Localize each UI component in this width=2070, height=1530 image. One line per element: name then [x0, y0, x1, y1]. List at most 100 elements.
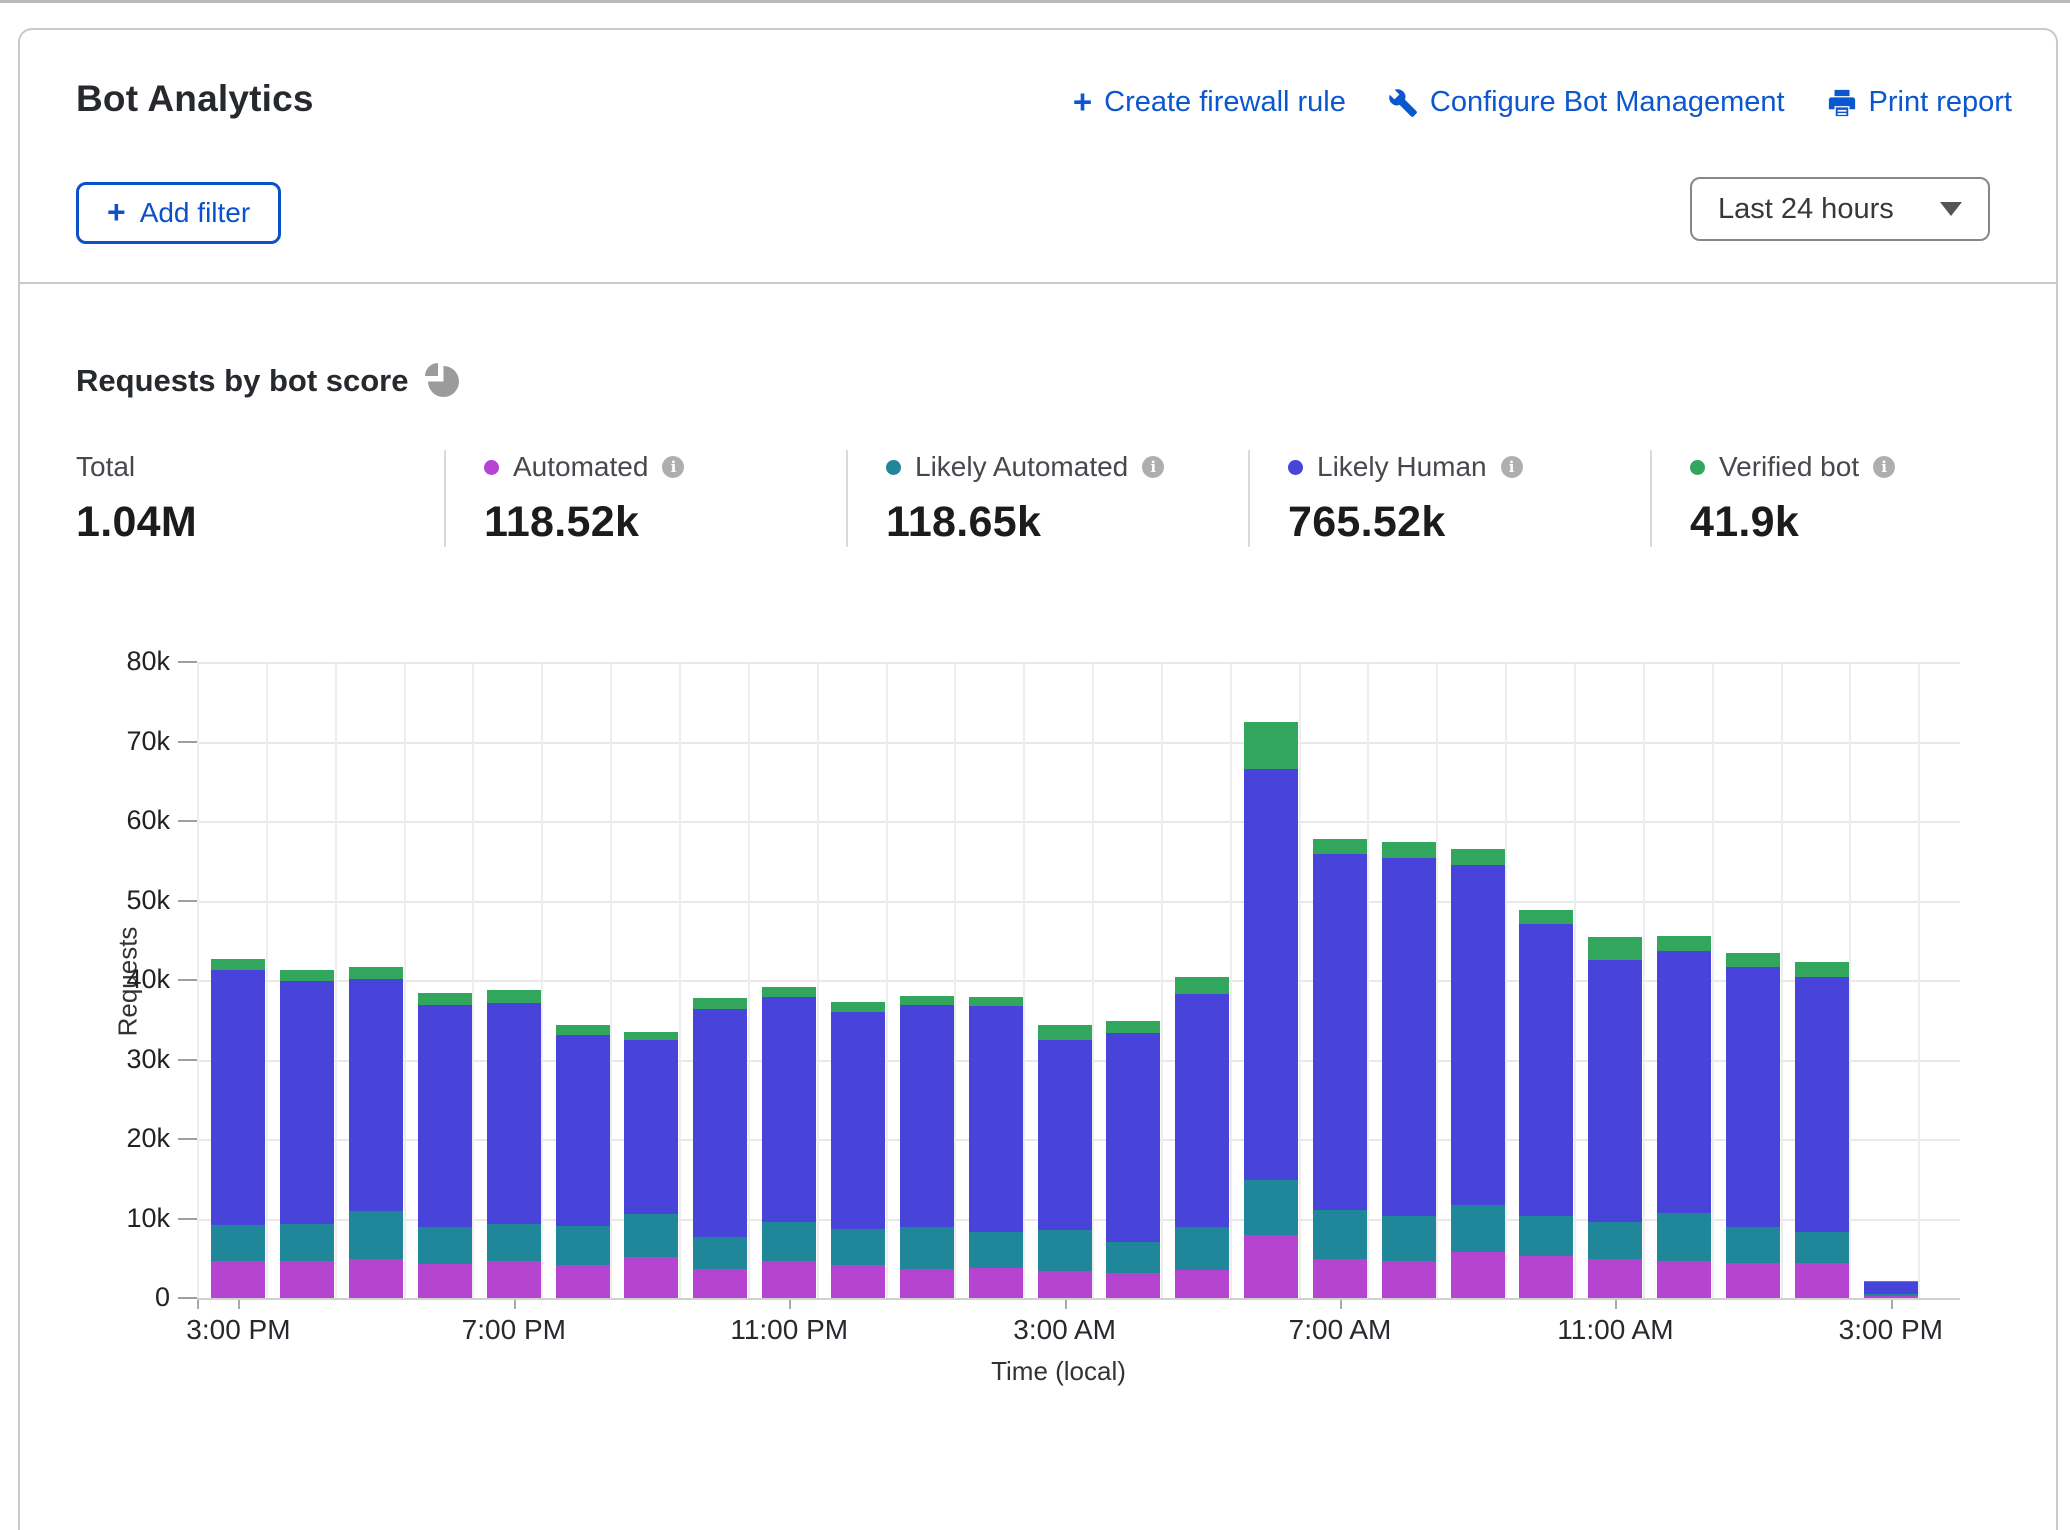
bar-slot [411, 662, 480, 1298]
segment-automated [1519, 1256, 1573, 1298]
chart-bar-8-00-PM[interactable] [556, 1025, 610, 1298]
y-tick-label: 40k [60, 964, 170, 995]
stat-automated: Automated i 118.52k [444, 450, 846, 547]
chart-bar-4-00-PM[interactable] [280, 970, 334, 1298]
stat-label: Total [76, 451, 135, 483]
bar-slot [548, 662, 617, 1298]
segment-verified-bot [762, 987, 816, 997]
chart-bar-10-00-PM[interactable] [693, 998, 747, 1298]
y-tick-mark [178, 979, 197, 981]
segment-likely-automated [831, 1229, 885, 1266]
segment-likely-automated [349, 1211, 403, 1259]
chart-bar-8-00-AM[interactable] [1382, 842, 1436, 1298]
segment-likely-automated [1038, 1230, 1092, 1271]
time-range-select[interactable]: Last 24 hours [1690, 177, 1990, 241]
bar-slot [1856, 662, 1925, 1298]
chart-bar-6-00-AM[interactable] [1244, 722, 1298, 1298]
segment-likely-automated [556, 1226, 610, 1265]
segment-likely-human [349, 979, 403, 1210]
segment-verified-bot [624, 1032, 678, 1040]
x-tick-label: 7:00 PM [462, 1314, 566, 1346]
create-firewall-rule-link[interactable]: + Create firewall rule [1073, 86, 1346, 119]
bar-slot [892, 662, 961, 1298]
y-tick-label: 80k [60, 646, 170, 677]
stat-likely-human: Likely Human i 765.52k [1248, 450, 1650, 547]
chart-bar-5-00-PM[interactable] [349, 967, 403, 1299]
segment-likely-human [1519, 924, 1573, 1216]
bar-slot [1237, 662, 1306, 1298]
bar-slot [1168, 662, 1237, 1298]
x-tick-label: 3:00 PM [186, 1314, 290, 1346]
bar-slot [686, 662, 755, 1298]
print-report-label: Print report [1869, 86, 2012, 119]
create-firewall-rule-label: Create firewall rule [1104, 86, 1346, 119]
segment-automated [1313, 1259, 1367, 1298]
configure-bot-management-link[interactable]: Configure Bot Management [1388, 86, 1785, 119]
chart-bar-4-00-AM[interactable] [1106, 1021, 1160, 1298]
y-tick-mark [178, 741, 197, 743]
segment-verified-bot [556, 1025, 610, 1035]
bar-slot [824, 662, 893, 1298]
info-icon[interactable]: i [1501, 456, 1523, 478]
bot-analytics-card: Bot Analytics + Create firewall rule Con… [18, 28, 2058, 1530]
chart-bar-6-00-PM[interactable] [418, 993, 472, 1298]
info-icon[interactable]: i [1873, 456, 1895, 478]
bar-slot [342, 662, 411, 1298]
segment-likely-human [1864, 1282, 1918, 1294]
chart-bar-3-00-PM[interactable] [1864, 1281, 1918, 1298]
stat-label: Automated [513, 451, 648, 483]
stat-likely-automated: Likely Automated i 118.65k [846, 450, 1248, 547]
info-icon[interactable]: i [1142, 456, 1164, 478]
add-filter-button[interactable]: + Add filter [76, 182, 281, 244]
print-report-link[interactable]: Print report [1827, 86, 2012, 119]
segment-automated [1726, 1263, 1780, 1298]
y-tick-mark [178, 661, 197, 663]
segment-verified-bot [969, 997, 1023, 1007]
chart-bar-12-00-AM[interactable] [831, 1002, 885, 1298]
segment-verified-bot [1106, 1021, 1160, 1033]
chart-bar-5-00-AM[interactable] [1175, 977, 1229, 1298]
segment-likely-human [1588, 960, 1642, 1222]
segment-likely-human [1726, 967, 1780, 1228]
y-tick-label: 60k [60, 805, 170, 836]
segment-likely-human [1451, 865, 1505, 1205]
stat-value: 765.52k [1288, 498, 1650, 547]
chart-bar-9-00-AM[interactable] [1451, 849, 1505, 1298]
header-divider [20, 282, 2056, 284]
segment-verified-bot [1451, 849, 1505, 865]
segment-likely-human [1313, 854, 1367, 1210]
segment-likely-automated [624, 1214, 678, 1257]
segment-automated [624, 1257, 678, 1298]
bar-slot [1443, 662, 1512, 1298]
info-icon[interactable]: i [662, 456, 684, 478]
chart-bar-10-00-AM[interactable] [1519, 910, 1573, 1298]
chart-bar-1-00-PM[interactable] [1726, 953, 1780, 1298]
chart-bar-7-00-PM[interactable] [487, 990, 541, 1298]
add-filter-label: Add filter [140, 197, 251, 229]
segment-automated [1175, 1270, 1229, 1298]
chart-bar-2-00-AM[interactable] [969, 997, 1023, 1298]
y-tick-label: 20k [60, 1123, 170, 1154]
bar-slot [1099, 662, 1168, 1298]
chart-bar-11-00-PM[interactable] [762, 987, 816, 1298]
x-tick-mark [514, 1300, 516, 1309]
chart-bar-3-00-PM[interactable] [211, 959, 265, 1298]
segment-likely-automated [1726, 1227, 1780, 1263]
chart-bar-11-00-AM[interactable] [1588, 937, 1642, 1298]
y-tick-mark [178, 820, 197, 822]
chart-bar-12-00-PM[interactable] [1657, 936, 1711, 1298]
segment-likely-automated [418, 1227, 472, 1264]
segment-automated [487, 1261, 541, 1298]
chart-bar-1-00-AM[interactable] [900, 996, 954, 1298]
chart-bar-3-00-AM[interactable] [1038, 1025, 1092, 1298]
segment-likely-human [556, 1035, 610, 1226]
segment-verified-bot [1175, 977, 1229, 994]
segment-verified-bot [1313, 839, 1367, 854]
chart-bar-9-00-PM[interactable] [624, 1032, 678, 1298]
chart-bar-2-00-PM[interactable] [1795, 962, 1849, 1298]
y-tick-mark [178, 1059, 197, 1061]
stat-verified-bot: Verified bot i 41.9k [1650, 450, 2016, 547]
chart-bar-7-00-AM[interactable] [1313, 839, 1367, 1298]
segment-automated [211, 1261, 265, 1298]
segment-automated [762, 1261, 816, 1298]
